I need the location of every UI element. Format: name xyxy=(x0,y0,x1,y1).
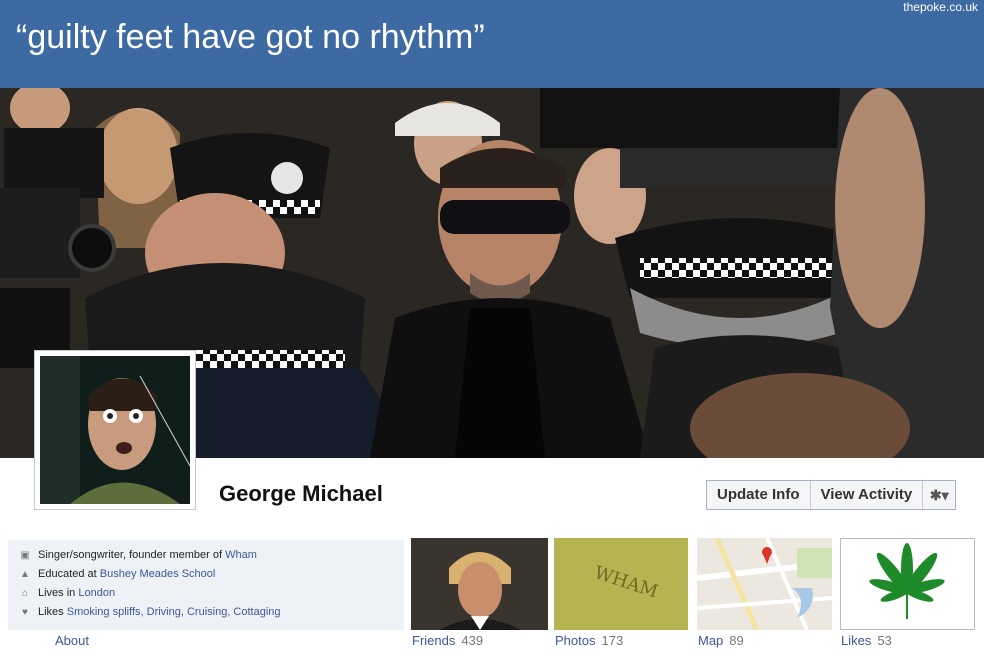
friends-tab[interactable]: Friends 439 xyxy=(412,633,483,648)
work-link[interactable]: Wham xyxy=(225,549,257,561)
map-tab[interactable]: Map 89 xyxy=(698,633,744,648)
map-tile[interactable] xyxy=(697,538,832,630)
friends-tile[interactable] xyxy=(411,538,548,630)
profile-picture-art xyxy=(40,356,190,504)
profile-actions: Update Info View Activity ✱▾ xyxy=(706,480,957,510)
likes-tile[interactable] xyxy=(840,538,975,630)
quote-banner: thepoke.co.uk “guilty feet have got no r… xyxy=(0,0,984,88)
photos-tile-art: WHAM xyxy=(554,538,688,630)
gear-icon: ✱▾ xyxy=(929,487,949,503)
cannabis-leaf-icon xyxy=(869,543,945,619)
education-text: Educated at xyxy=(38,568,97,580)
update-info-button[interactable]: Update Info xyxy=(707,481,811,509)
graduation-cap-icon: ▲ xyxy=(20,569,30,580)
settings-dropdown-button[interactable]: ✱▾ xyxy=(923,481,955,509)
work-text: Singer/songwriter, founder member of xyxy=(38,549,223,561)
photos-tab-label: Photos xyxy=(555,633,596,648)
lives-line: ⌂ Lives in London xyxy=(22,584,404,603)
work-line: ▣ Singer/songwriter, founder member of W… xyxy=(20,546,404,565)
map-tab-label: Map xyxy=(698,633,724,648)
friends-tile-art xyxy=(411,538,548,630)
likes-line: ♥ Likes Smoking spliffs, Driving, Cruisi… xyxy=(22,603,404,622)
friends-tab-label: Friends xyxy=(412,633,456,648)
watermark: thepoke.co.uk xyxy=(903,0,978,14)
likes-text: Likes xyxy=(38,606,64,618)
likes-tab-label: Likes xyxy=(841,633,872,648)
profile-name: George Michael xyxy=(219,481,383,506)
lives-link[interactable]: London xyxy=(78,587,115,599)
profile-picture-image xyxy=(40,356,190,504)
photos-tile[interactable]: WHAM xyxy=(554,538,688,630)
map-count: 89 xyxy=(729,633,744,648)
heart-icon: ♥ xyxy=(22,607,28,618)
friends-count: 439 xyxy=(461,633,484,648)
likes-link[interactable]: Smoking spliffs, Driving, Cruising, Cott… xyxy=(67,606,281,618)
profile-picture[interactable] xyxy=(34,350,196,510)
map-tile-art xyxy=(697,538,832,630)
photos-count: 173 xyxy=(601,633,624,648)
education-link[interactable]: Bushey Meades School xyxy=(100,568,216,580)
lives-text: Lives in xyxy=(38,587,76,599)
about-tab[interactable]: About xyxy=(55,633,89,648)
likes-count: 53 xyxy=(877,633,892,648)
likes-tab[interactable]: Likes 53 xyxy=(841,633,892,648)
education-line: ▲ Educated at Bushey Meades School xyxy=(20,565,404,584)
briefcase-icon: ▣ xyxy=(20,550,30,561)
quote-text: “guilty feet have got no rhythm” xyxy=(16,18,485,56)
about-box: ▣ Singer/songwriter, founder member of W… xyxy=(8,540,404,630)
photos-tab[interactable]: Photos 173 xyxy=(555,633,623,648)
house-icon: ⌂ xyxy=(21,588,29,599)
view-activity-button[interactable]: View Activity xyxy=(811,481,924,509)
about-tab-label: About xyxy=(55,633,89,648)
